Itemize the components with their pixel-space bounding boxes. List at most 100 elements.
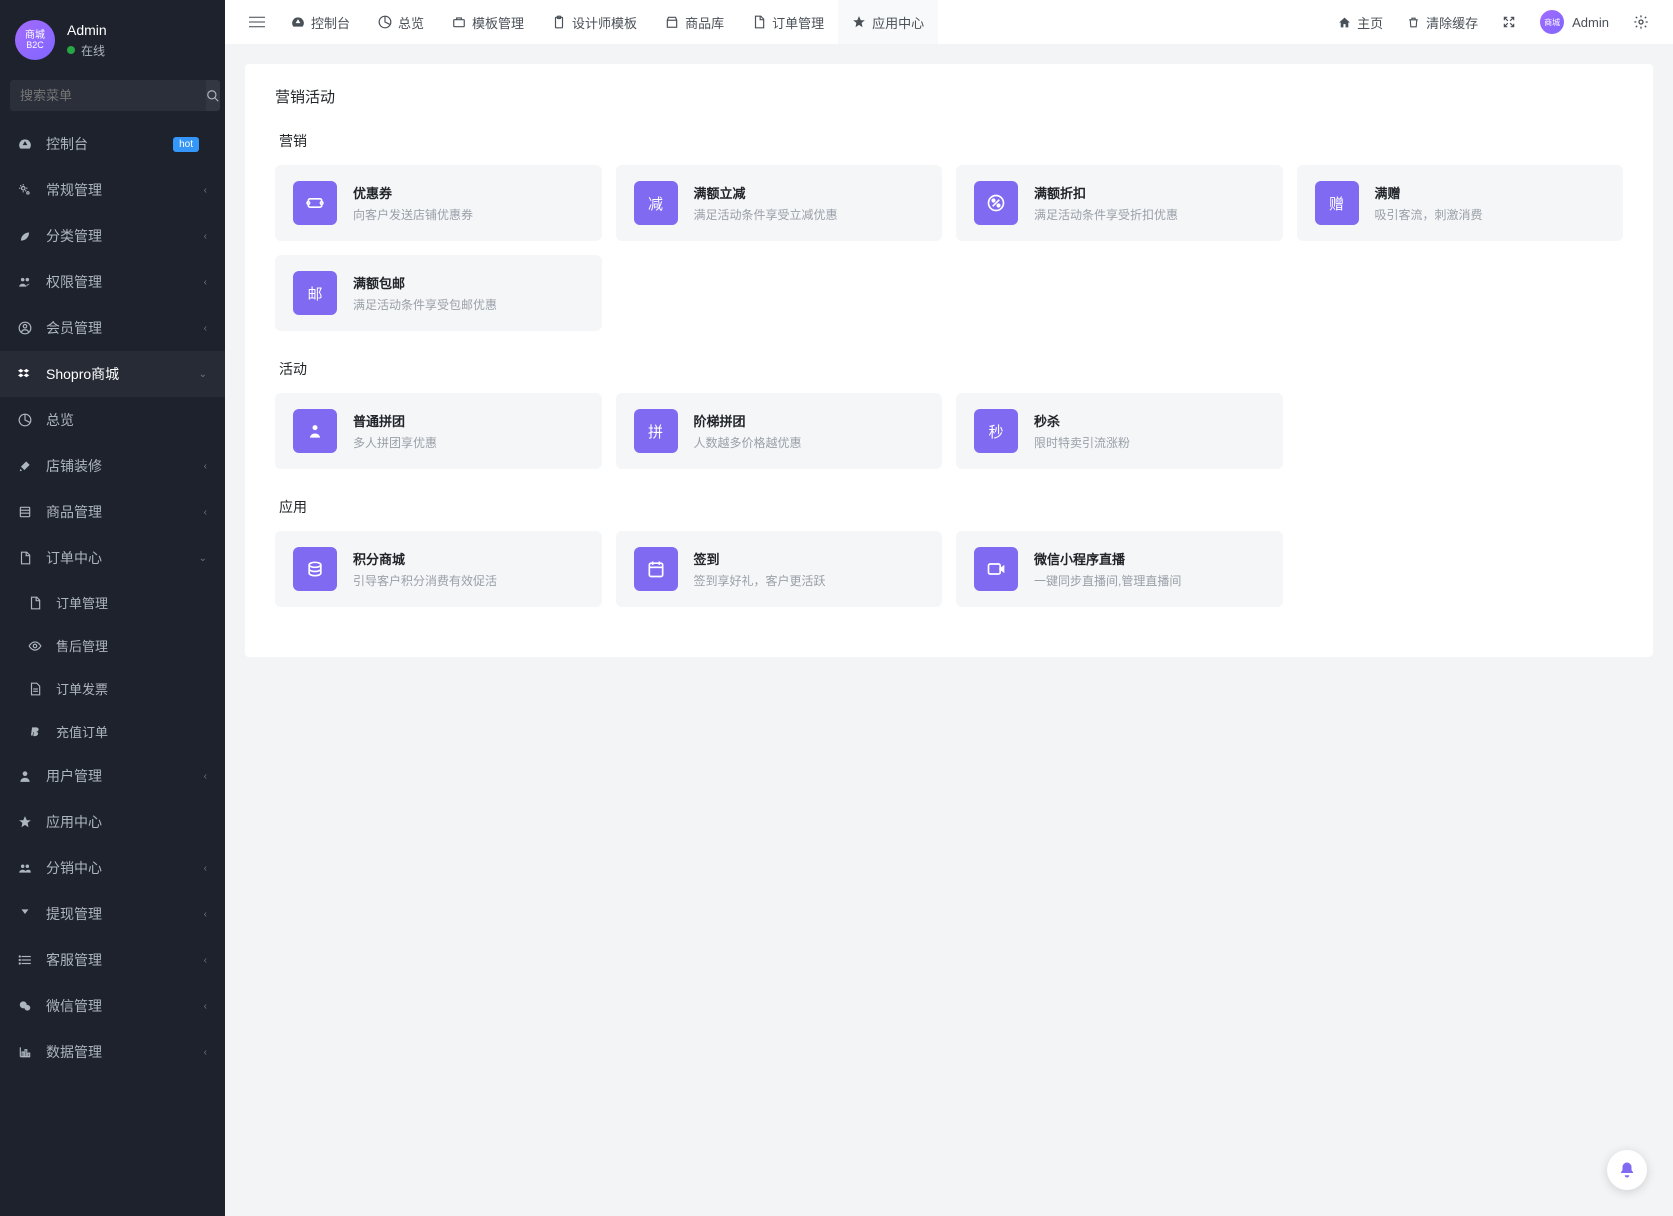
chevron-left-icon: ‹ xyxy=(204,185,207,196)
status-dot-icon xyxy=(67,46,75,54)
sidebar-item-label: 提现管理 xyxy=(46,904,102,924)
app-card-desc: 限时特卖引流涨粉 xyxy=(1034,434,1130,451)
sidebar-item-order-center[interactable]: 订单中心⌄ xyxy=(0,535,225,581)
app-icon xyxy=(293,547,337,591)
app-card-group[interactable]: 普通拼团 多人拼团享优惠 xyxy=(275,393,602,469)
tab-label: 模板管理 xyxy=(472,13,524,32)
layers-icon xyxy=(18,505,36,519)
sidebar-item-data[interactable]: 数据管理‹ xyxy=(0,1029,225,1075)
sidebar-item-label: 分销中心 xyxy=(46,858,102,878)
app-card-title: 普通拼团 xyxy=(353,411,437,430)
app-icon xyxy=(974,181,1018,225)
paypal-icon xyxy=(28,725,46,739)
app-card-desc: 满足活动条件享受包邮优惠 xyxy=(353,296,497,313)
app-card-seckill[interactable]: 秒 秒杀 限时特卖引流涨粉 xyxy=(956,393,1283,469)
nav-home[interactable]: 主页 xyxy=(1326,0,1395,44)
app-card-ladder-group[interactable]: 拼 阶梯拼团 人数越多价格越优惠 xyxy=(616,393,943,469)
sidebar-item-label: 售后管理 xyxy=(56,636,108,655)
sidebar-item-wechat[interactable]: 微信管理‹ xyxy=(0,983,225,1029)
content-area: 营销活动 营销 优惠券 向客户发送店铺优惠券 减 满额立减 满足活动条件享受立减… xyxy=(225,44,1673,1216)
sidebar-item-dashboard[interactable]: 控制台hot xyxy=(0,121,225,167)
sidebar-item-label: 商品管理 xyxy=(46,502,102,522)
app-card-coupon[interactable]: 优惠券 向客户发送店铺优惠券 xyxy=(275,165,602,241)
tab-label: 设计师模板 xyxy=(572,13,637,32)
nav-settings[interactable] xyxy=(1621,0,1661,44)
file-icon xyxy=(28,596,46,610)
eye-icon xyxy=(28,639,46,653)
tab-dashboard[interactable]: 控制台 xyxy=(277,0,364,44)
app-card-points[interactable]: 积分商城 引导客户积分消费有效促活 xyxy=(275,531,602,607)
sidebar-item-overview[interactable]: 总览 xyxy=(0,397,225,443)
tab-designer[interactable]: 设计师模板 xyxy=(538,0,651,44)
sidebar-item-label: 总览 xyxy=(46,410,74,430)
tab-overview[interactable]: 总览 xyxy=(364,0,438,44)
avatar: 商城 B2C xyxy=(15,20,55,60)
nav-clear-cache[interactable]: 清除缓存 xyxy=(1395,0,1490,44)
sidebar-item-recharge[interactable]: 充值订单 xyxy=(0,710,225,753)
sidebar-item-label: 用户管理 xyxy=(46,766,102,786)
page-title: 营销活动 xyxy=(275,86,1623,107)
sidebar-item-category[interactable]: 分类管理 ‹ xyxy=(0,213,225,259)
app-card-full-reduce[interactable]: 减 满额立减 满足活动条件享受立减优惠 xyxy=(616,165,943,241)
chevron-left-icon: ‹ xyxy=(204,277,207,288)
app-card-desc: 吸引客流，刺激消费 xyxy=(1375,206,1483,223)
app-card-live[interactable]: 微信小程序直播 一键同步直播间,管理直播间 xyxy=(956,531,1283,607)
app-card-full-discount[interactable]: 满额折扣 满足活动条件享受折扣优惠 xyxy=(956,165,1283,241)
app-card-signin[interactable]: 签到 签到享好礼，客户更活跃 xyxy=(616,531,943,607)
tab-template[interactable]: 模板管理 xyxy=(438,0,538,44)
sidebar-item-aftersale[interactable]: 售后管理 xyxy=(0,624,225,667)
section-title: 营销 xyxy=(275,131,1623,151)
tab-label: 总览 xyxy=(398,13,424,32)
sidebar-toggle[interactable] xyxy=(237,14,277,30)
sidebar-item-auth[interactable]: 权限管理 ‹ xyxy=(0,259,225,305)
app-card-desc: 多人拼团享优惠 xyxy=(353,434,437,451)
star-icon xyxy=(18,815,36,829)
section: 营销 优惠券 向客户发送店铺优惠券 减 满额立减 满足活动条件享受立减优惠 满额… xyxy=(275,131,1623,331)
chevron-left-icon: ‹ xyxy=(204,863,207,874)
shop-icon xyxy=(665,15,679,29)
sidebar-item-decorate[interactable]: 店铺装修‹ xyxy=(0,443,225,489)
float-notification-button[interactable] xyxy=(1607,1150,1647,1190)
tab-label: 控制台 xyxy=(311,13,350,32)
app-icon xyxy=(974,547,1018,591)
sidebar-item-shopro[interactable]: Shopro商城⌄ xyxy=(0,351,225,397)
nav-home-label: 主页 xyxy=(1357,13,1383,32)
search-input[interactable] xyxy=(10,80,206,111)
app-card-title: 满额折扣 xyxy=(1034,183,1178,202)
section-title: 应用 xyxy=(275,497,1623,517)
nav-fullscreen[interactable] xyxy=(1490,0,1528,44)
sidebar-item-general[interactable]: 常规管理‹ xyxy=(0,167,225,213)
sidebar-item-invoice[interactable]: 订单发票 xyxy=(0,667,225,710)
app-card-free-shipping[interactable]: 邮 满额包邮 满足活动条件享受包邮优惠 xyxy=(275,255,602,331)
app-card-title: 满赠 xyxy=(1375,183,1483,202)
tab-order-mgmt[interactable]: 订单管理 xyxy=(738,0,838,44)
app-card-title: 满额立减 xyxy=(694,183,838,202)
chevron-left-icon: ‹ xyxy=(204,507,207,518)
sidebar-item-distribution[interactable]: 分销中心 ‹ xyxy=(0,845,225,891)
chevron-down-icon: ⌄ xyxy=(199,369,207,380)
sidebar-item-goods[interactable]: 商品管理 ‹ xyxy=(0,489,225,535)
sidebar-item-app-center[interactable]: 应用中心 xyxy=(0,799,225,845)
tab-goods-lib[interactable]: 商品库 xyxy=(651,0,738,44)
sidebar-item-user-mgmt[interactable]: 用户管理‹ xyxy=(0,753,225,799)
dropbox-icon xyxy=(18,367,36,381)
sidebar-item-member[interactable]: 会员管理‹ xyxy=(0,305,225,351)
app-card-full-gift[interactable]: 赠 满赠 吸引客流，刺激消费 xyxy=(1297,165,1624,241)
section-title: 活动 xyxy=(275,359,1623,379)
sidebar-item-service[interactable]: 客服管理‹ xyxy=(0,937,225,983)
sidebar-item-order-mgmt[interactable]: 订单管理 xyxy=(0,581,225,624)
sidebar-item-label: 订单管理 xyxy=(56,593,108,612)
nav-user[interactable]: 商城 Admin xyxy=(1528,0,1621,44)
app-card-desc: 满足活动条件享受折扣优惠 xyxy=(1034,206,1178,223)
sidebar-item-label: 权限管理 xyxy=(46,272,102,292)
chevron-left-icon: ‹ xyxy=(204,231,207,242)
sidebar-item-withdraw[interactable]: 提现管理‹ xyxy=(0,891,225,937)
search-button[interactable] xyxy=(206,80,220,111)
sidebar-menu: 控制台hot 常规管理‹ 分类管理 ‹ 权限管理 ‹ 会员管理‹ Shopro商城⌄… xyxy=(0,121,225,1075)
tab-app-center[interactable]: 应用中心 xyxy=(838,0,938,44)
sidebar-item-label: 分类管理 xyxy=(46,226,102,246)
sidebar-user[interactable]: 商城 B2C Admin 在线 xyxy=(0,0,225,80)
app-card-desc: 一键同步直播间,管理直播间 xyxy=(1034,572,1181,589)
app-icon: 拼 xyxy=(634,409,678,453)
pie-icon xyxy=(18,413,36,427)
